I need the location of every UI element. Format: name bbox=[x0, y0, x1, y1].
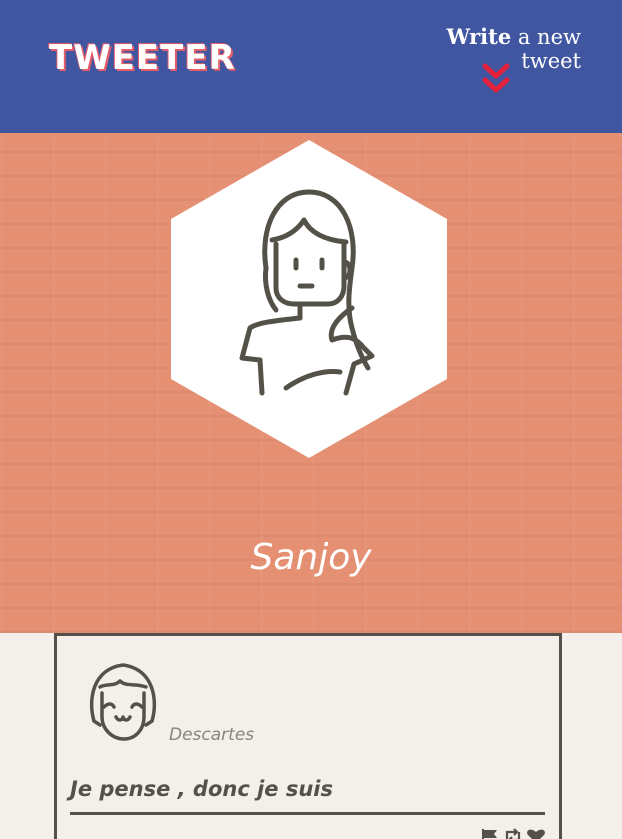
heart-icon[interactable] bbox=[526, 828, 546, 839]
flag-icon[interactable] bbox=[480, 828, 500, 839]
tweet-card: Descartes Je pense , donc je suis bbox=[54, 633, 562, 839]
girl-avatar-icon bbox=[89, 663, 157, 741]
tweet-author[interactable]: Descartes bbox=[169, 725, 254, 745]
tweet-divider bbox=[70, 812, 545, 815]
tweet-actions bbox=[480, 828, 546, 839]
navbar: TWEETER Write a new tweet bbox=[0, 0, 622, 133]
profile-header: Sanjoy bbox=[0, 133, 622, 633]
compose-label-rest: a new tweet bbox=[511, 25, 581, 73]
tweet-text: Je pense , donc je suis bbox=[70, 777, 334, 801]
profile-name: Sanjoy bbox=[250, 537, 372, 578]
woman-avatar-icon bbox=[239, 189, 375, 396]
write-new-tweet-toggle[interactable]: Write a new tweet bbox=[391, 24, 581, 93]
compose-label-bold: Write bbox=[446, 24, 512, 49]
retweet-icon[interactable] bbox=[503, 828, 523, 839]
double-chevron-down-icon[interactable] bbox=[481, 62, 511, 96]
brand-logo[interactable]: TWEETER bbox=[49, 38, 236, 78]
